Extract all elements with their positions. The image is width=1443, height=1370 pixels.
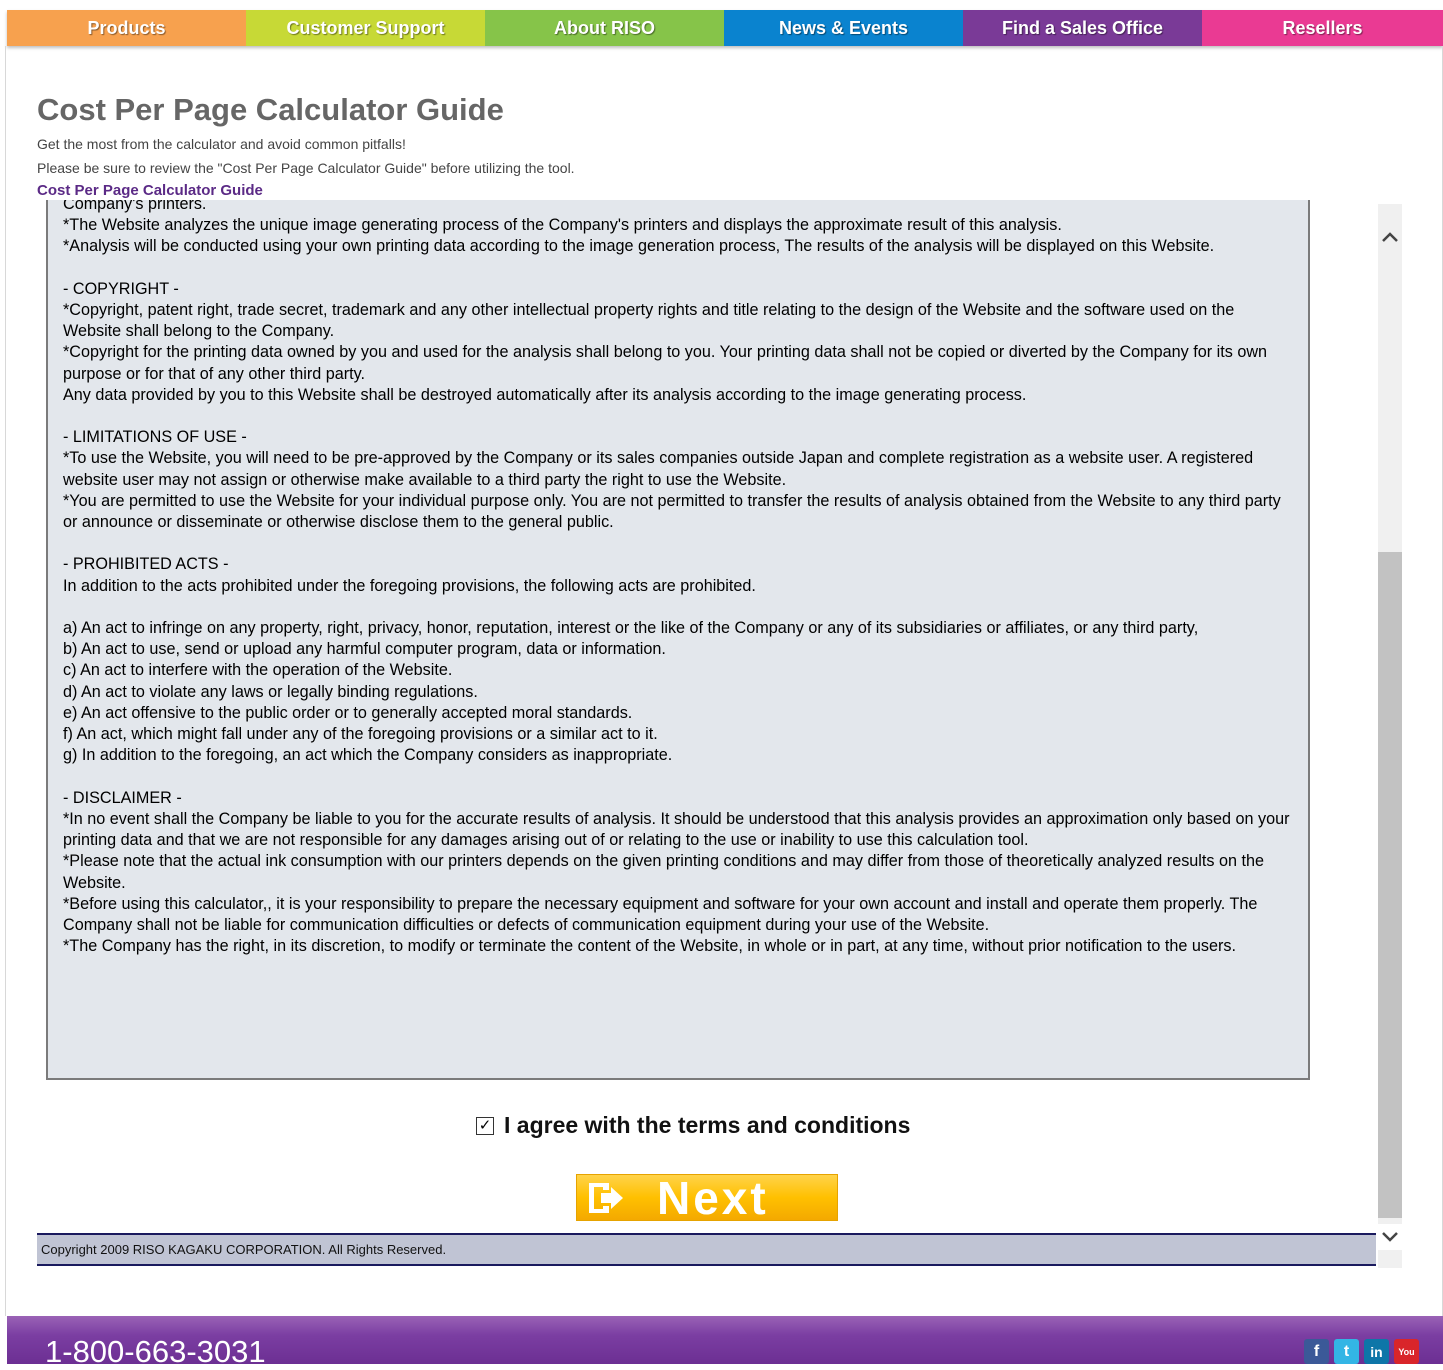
- page-title: Cost Per Page Calculator Guide: [37, 92, 504, 127]
- guide-notice: Please be sure to review the "Cost Per P…: [37, 160, 575, 176]
- copyright-bar: Copyright 2009 RISO KAGAKU CORPORATION. …: [37, 1233, 1376, 1266]
- next-button[interactable]: Next: [576, 1172, 838, 1224]
- terms-text: Company's printers. *The Website analyze…: [63, 200, 1290, 956]
- next-button-label: Next: [657, 1171, 769, 1224]
- nav-item-products[interactable]: Products: [7, 10, 246, 46]
- scrollbar-thumb[interactable]: [1378, 552, 1402, 1218]
- calculator-guide-link[interactable]: Cost Per Page Calculator Guide: [37, 182, 263, 199]
- nav-item-customer-support[interactable]: Customer Support: [246, 10, 485, 46]
- nav-item-resellers[interactable]: Resellers: [1202, 10, 1443, 46]
- arrow-right-box-icon: [589, 1182, 623, 1213]
- agree-label[interactable]: I agree with the terms and conditions: [504, 1112, 910, 1139]
- agree-checkbox[interactable]: ✓: [476, 1116, 494, 1135]
- nav-item-news-events[interactable]: News & Events: [724, 10, 963, 46]
- linkedin-icon[interactable]: in: [1364, 1339, 1389, 1364]
- terms-textbox[interactable]: Company's printers. *The Website analyze…: [46, 200, 1310, 1080]
- facebook-icon[interactable]: f: [1304, 1339, 1329, 1364]
- page-scrollbar[interactable]: [1378, 204, 1402, 1268]
- twitter-icon[interactable]: t: [1334, 1339, 1359, 1364]
- scroll-down-icon[interactable]: [1378, 1224, 1402, 1250]
- top-navigation: Products Customer Support About RISO New…: [7, 10, 1443, 46]
- scroll-up-icon[interactable]: [1378, 224, 1402, 250]
- agree-row: ✓ I agree with the terms and conditions: [476, 1112, 910, 1139]
- page-subtitle: Get the most from the calculator and avo…: [37, 136, 406, 152]
- copyright-text: Copyright 2009 RISO KAGAKU CORPORATION. …: [41, 1242, 447, 1257]
- nav-item-about-riso[interactable]: About RISO: [485, 10, 724, 46]
- footer-bar: 1-800-663-3031 f t in You: [7, 1316, 1443, 1369]
- youtube-icon[interactable]: You: [1394, 1339, 1419, 1364]
- nav-item-find-sales-office[interactable]: Find a Sales Office: [963, 10, 1202, 46]
- phone-number: 1-800-663-3031: [45, 1334, 266, 1369]
